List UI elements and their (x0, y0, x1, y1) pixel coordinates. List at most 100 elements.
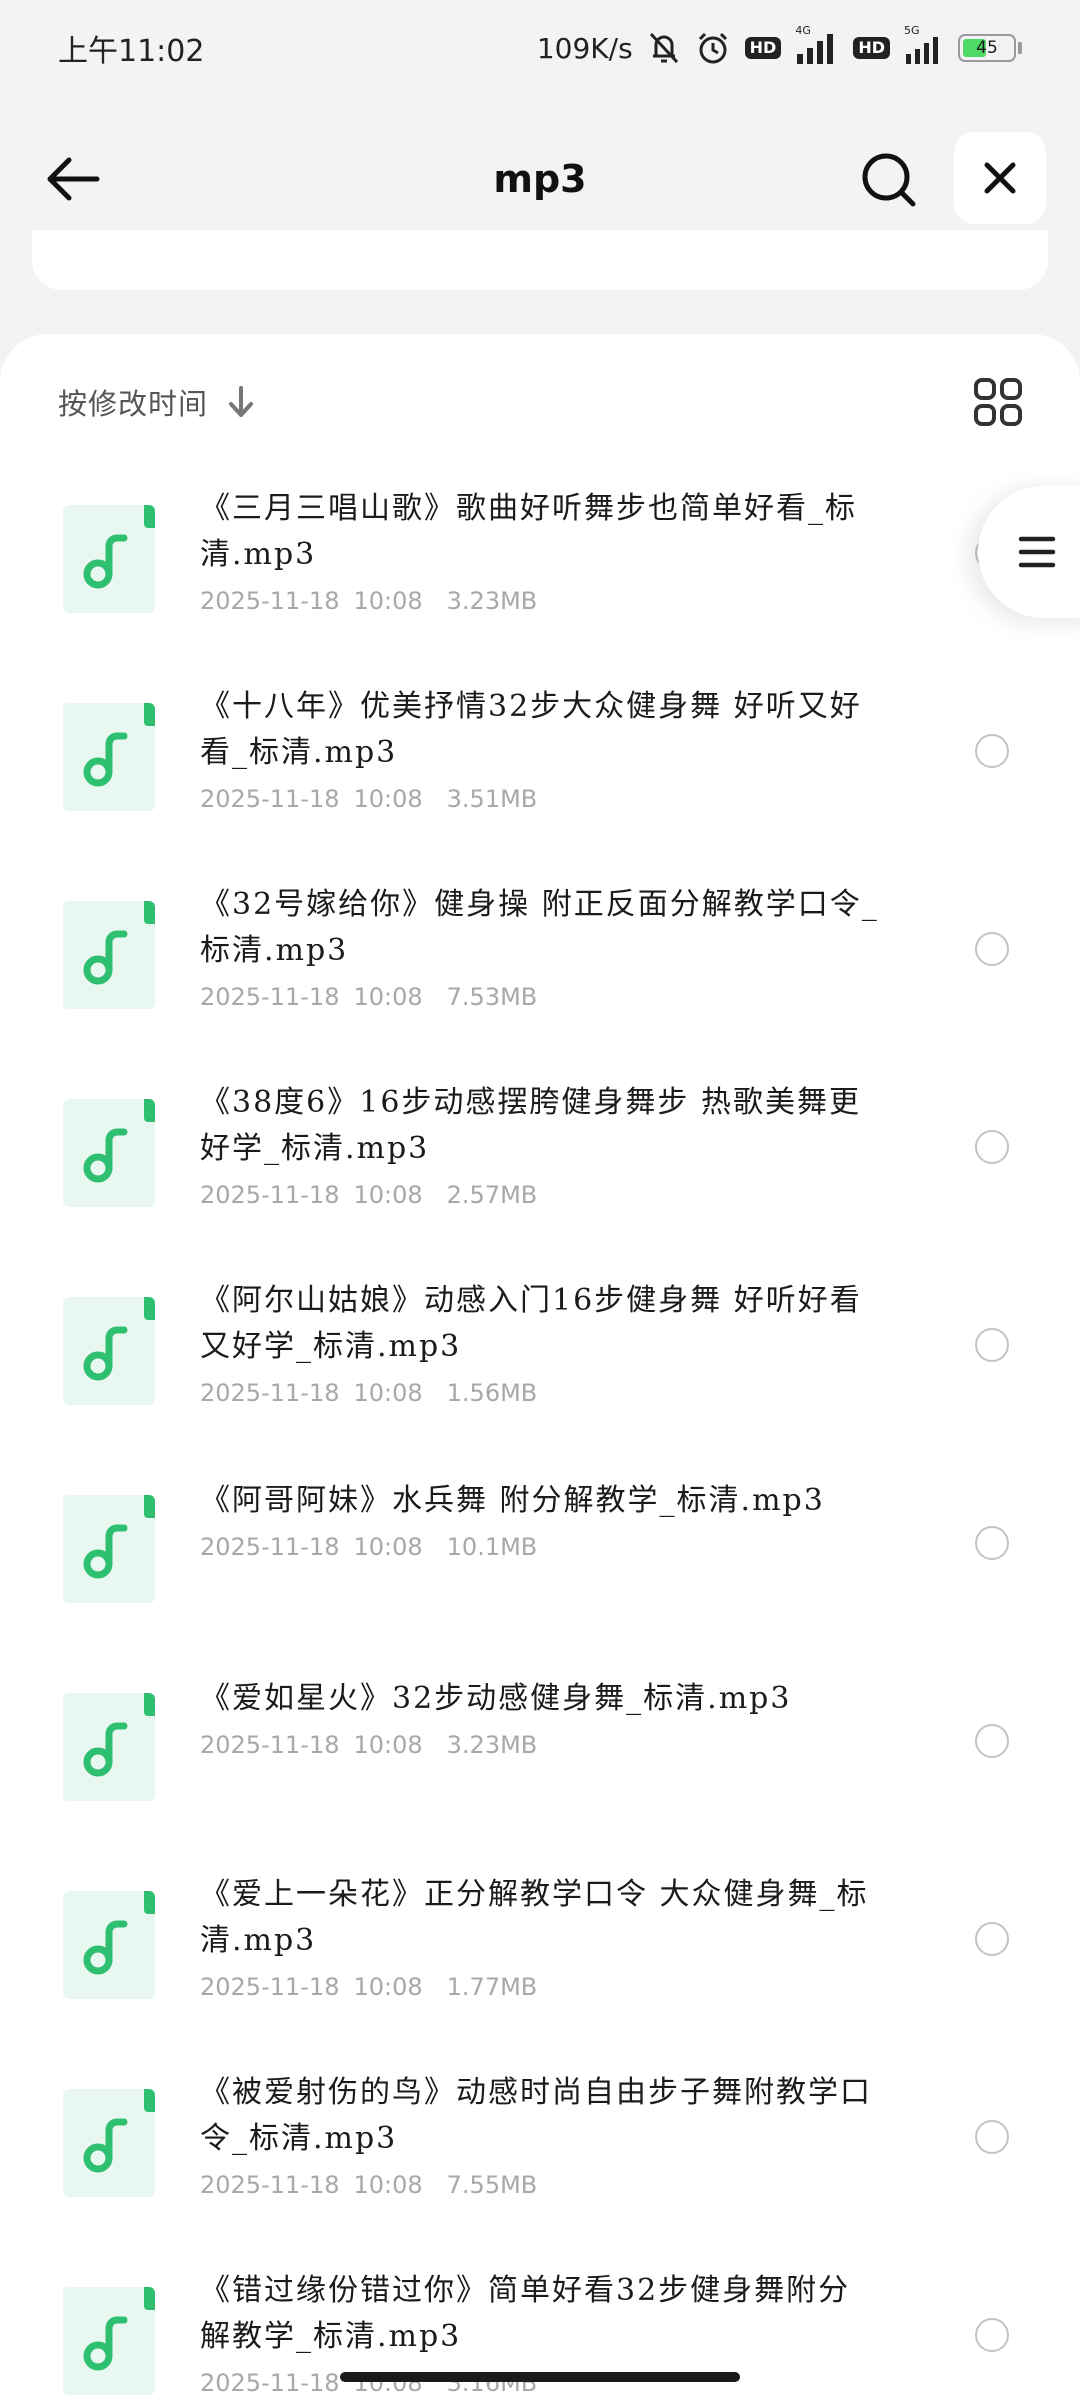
file-meta: 2025-11-18 10:08 3.23MB (200, 1728, 537, 1762)
audio-file-icon (62, 504, 156, 614)
sort-label: 按修改时间 (58, 387, 209, 421)
audio-file-icon (62, 1890, 156, 2000)
sort-control[interactable]: 按修改时间 (58, 374, 256, 430)
file-time: 10:08 (353, 785, 423, 813)
select-radio[interactable] (975, 932, 1009, 966)
file-name: 《十八年》优美抒情32步大众健身舞 好听又好看_标清.mp3 (200, 689, 862, 770)
close-icon (984, 162, 1016, 194)
bell-muted-icon (647, 30, 681, 66)
file-size: 7.53MB (446, 983, 538, 1011)
select-radio[interactable] (975, 1526, 1009, 1560)
file-meta: 2025-11-18 10:08 7.55MB (200, 2168, 537, 2202)
file-date: 2025-11-18 (200, 1533, 340, 1561)
file-meta: 2025-11-18 10:08 7.53MB (200, 980, 537, 1014)
file-name: 《三月三唱山歌》歌曲好听舞步也简单好看_标清.mp3 (200, 491, 857, 572)
list-item[interactable]: 《被爱射伤的鸟》动感时尚自由步子舞附教学口令_标清.mp3 2025-11-18 1… (0, 2058, 1080, 2256)
home-indicator[interactable] (340, 2372, 740, 2382)
alarm-icon (695, 30, 731, 66)
file-size: 2.57MB (446, 1181, 538, 1209)
file-time: 10:08 (353, 2171, 423, 2199)
select-radio[interactable] (975, 1328, 1009, 1362)
battery-level: 45 (976, 38, 998, 58)
status-bar: 上午11:02 109K/s HD 4G HD 5G 45 (0, 0, 1080, 96)
file-time: 10:08 (353, 587, 423, 615)
hd-badge-2: HD (853, 37, 890, 59)
battery-icon: 45 (958, 34, 1022, 62)
select-radio[interactable] (975, 734, 1009, 768)
file-meta: 2025-11-18 10:08 2.57MB (200, 1178, 537, 1212)
arrow-down-icon (229, 386, 254, 417)
grid-icon (974, 378, 1022, 426)
collapsed-card (32, 230, 1048, 290)
audio-file-icon (62, 900, 156, 1010)
audio-file-icon (62, 1692, 156, 1802)
signal-4g-icon: 4G (795, 24, 839, 64)
signal-5g-icon: 5G (904, 24, 944, 64)
file-meta: 2025-11-18 10:08 1.77MB (200, 1970, 537, 2004)
search-icon (862, 153, 916, 207)
file-time: 10:08 (353, 1731, 423, 1759)
file-name: 《爱上一朵花》正分解教学口令 大众健身舞_标清.mp3 (200, 1877, 869, 1958)
file-size: 10.1MB (446, 1533, 538, 1561)
file-size: 3.23MB (446, 1731, 538, 1759)
status-icons: 109K/s HD 4G HD 5G 45 (536, 24, 1022, 66)
file-meta: 2025-11-18 10:08 10.1MB (200, 1530, 537, 1564)
file-date: 2025-11-18 (200, 1973, 340, 2001)
file-size: 1.56MB (446, 1379, 538, 1407)
file-name: 《被爱射伤的鸟》动感时尚自由步子舞附教学口令_标清.mp3 (200, 2075, 872, 2156)
file-size: 1.77MB (446, 1973, 538, 2001)
grid-view-button[interactable] (970, 374, 1026, 430)
file-date: 2025-11-18 (200, 1379, 340, 1407)
network-speed: 109K/s (536, 31, 633, 65)
list-item[interactable]: 《32号嫁给你》健身操 附正反面分解教学口令_标清.mp3 2025-11-18 1… (0, 870, 1080, 1068)
file-time: 10:08 (353, 1973, 423, 2001)
clear-search-button[interactable] (954, 132, 1046, 224)
list-item[interactable]: 《阿哥阿妹》水兵舞 附分解教学_标清.mp3 2025-11-18 10:08 10.… (0, 1464, 1080, 1662)
file-name: 《阿哥阿妹》水兵舞 附分解教学_标清.mp3 (200, 1483, 825, 1518)
file-date: 2025-11-18 (200, 2369, 340, 2397)
hd-badge: HD (744, 37, 782, 59)
file-date: 2025-11-18 (200, 2171, 340, 2199)
file-date: 2025-11-18 (200, 1731, 340, 1759)
list-item[interactable]: 《三月三唱山歌》歌曲好听舞步也简单好看_标清.mp3 2025-11-18 10:0… (0, 474, 1080, 672)
audio-file-icon (62, 1098, 156, 1208)
file-meta: 2025-11-18 10:08 1.56MB (200, 1376, 537, 1410)
menu-icon (1018, 536, 1056, 568)
audio-file-icon (62, 2088, 156, 2198)
audio-file-icon (62, 702, 156, 812)
select-radio[interactable] (975, 1724, 1009, 1758)
file-name: 《爱如星火》32步动感健身舞_标清.mp3 (200, 1681, 792, 1716)
file-list: 《三月三唱山歌》歌曲好听舞步也简单好看_标清.mp3 2025-11-18 10:0… (0, 474, 1080, 2400)
file-time: 10:08 (353, 1181, 423, 1209)
select-radio[interactable] (975, 2120, 1009, 2154)
audio-file-icon (62, 2286, 156, 2396)
file-name: 《错过缘份错过你》简单好看32步健身舞附分解教学_标清.mp3 (200, 2273, 851, 2354)
file-size: 3.23MB (446, 587, 538, 615)
status-time: 上午11:02 (58, 34, 205, 69)
list-item[interactable]: 《阿尔山姑娘》动感入门16步健身舞 好听好看又好学_标清.mp3 2025-11-… (0, 1266, 1080, 1464)
select-radio[interactable] (975, 2318, 1009, 2352)
audio-file-icon (62, 1296, 156, 1406)
file-time: 10:08 (353, 1379, 423, 1407)
file-meta: 2025-11-18 10:08 3.23MB (200, 584, 537, 618)
list-item[interactable]: 《爱如星火》32步动感健身舞_标清.mp3 2025-11-18 10:08 3.23… (0, 1662, 1080, 1860)
file-date: 2025-11-18 (200, 1181, 340, 1209)
audio-file-icon (62, 1494, 156, 1604)
file-time: 10:08 (353, 1533, 423, 1561)
search-header: mp3 (0, 130, 1080, 226)
file-name: 《阿尔山姑娘》动感入门16步健身舞 好听好看又好学_标清.mp3 (200, 1283, 862, 1364)
list-item[interactable]: 《38度6》16步动感摆胯健身舞步 热歌美舞更好学_标清.mp3 2025-11-… (0, 1068, 1080, 1266)
file-date: 2025-11-18 (200, 983, 340, 1011)
file-name: 《38度6》16步动感摆胯健身舞步 热歌美舞更好学_标清.mp3 (200, 1085, 861, 1166)
file-date: 2025-11-18 (200, 587, 340, 615)
list-item[interactable]: 《爱上一朵花》正分解教学口令 大众健身舞_标清.mp3 2025-11-18 10:… (0, 1860, 1080, 2058)
select-radio[interactable] (975, 1130, 1009, 1164)
file-meta: 2025-11-18 10:08 3.51MB (200, 782, 537, 816)
file-size: 3.51MB (446, 785, 538, 813)
list-item[interactable]: 《十八年》优美抒情32步大众健身舞 好听又好看_标清.mp3 2025-11-18… (0, 672, 1080, 870)
select-radio[interactable] (975, 1922, 1009, 1956)
file-size: 7.55MB (446, 2171, 538, 2199)
search-button[interactable] (854, 148, 924, 212)
file-name: 《32号嫁给你》健身操 附正反面分解教学口令_标清.mp3 (200, 887, 879, 968)
file-time: 10:08 (353, 983, 423, 1011)
